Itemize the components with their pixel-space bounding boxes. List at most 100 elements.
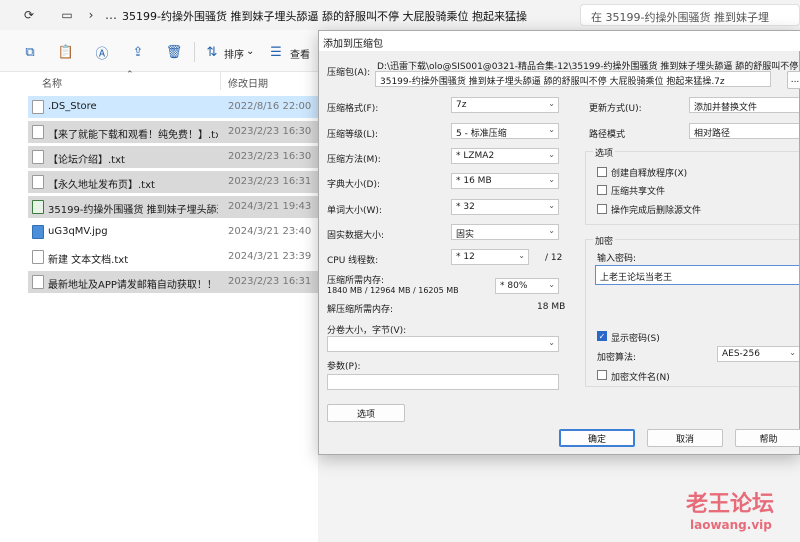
delete-after-checkbox[interactable] [597,204,607,214]
file-name: uG3qMV.jpg [48,226,108,237]
watermark-logo: 老王论坛 laowang.vip [650,480,800,542]
show-password-checkbox[interactable]: ✓ [597,331,607,341]
encrypt-names-checkbox[interactable] [597,370,607,380]
path-mode-select[interactable]: 相对路径 [689,123,799,139]
word-size-select[interactable]: * 32 ⌄ [451,199,559,215]
dictionary-value: * 16 MB [456,176,492,186]
sort-button[interactable]: 排序 [224,46,244,61]
file-date: 2024/3/21 23:40 [228,226,312,237]
watermark-url: laowang.vip [690,518,772,532]
sort-icon[interactable]: ⇅ [204,44,220,60]
dictionary-select[interactable]: * 16 MB ⌄ [451,173,559,189]
text-file-icon [32,125,44,139]
file-row[interactable]: 最新地址及APP请发邮箱自动获取！！！... 2023/2/23 16:31 [28,271,318,293]
copy-icon[interactable]: ⧉ [22,44,38,60]
toolbar-divider [194,42,195,62]
level-value: 5 - 标准压缩 [456,129,507,139]
delete-icon[interactable]: 🗑 [166,44,183,60]
cancel-button[interactable]: 取消 [647,429,723,447]
chevron-down-icon: ⌄ [548,125,555,134]
shared-label: 压缩共享文件 [611,187,666,197]
sort-chevron-icon[interactable]: ⌄ [246,46,254,57]
chevron-down-icon: ⌄ [548,99,555,108]
file-row[interactable]: 新建 文本文档.txt 2024/3/21 23:39 [28,246,318,268]
format-select[interactable]: 7z ⌄ [451,97,559,113]
memory-usage-select[interactable]: * 80% ⌄ [495,278,559,294]
text-file-icon [32,250,44,264]
file-row[interactable]: uG3qMV.jpg 2024/3/21 23:40 [28,221,318,243]
password-label: 输入密码: [597,254,637,264]
text-file-icon [32,150,44,164]
share-icon[interactable]: ⇪ [130,44,146,60]
path-mode-value: 相对路径 [694,129,731,139]
shared-checkbox[interactable] [597,185,607,195]
file-row[interactable]: 【来了就能下载和观看！纯免费！】.txt 2023/2/23 16:30 [28,121,318,143]
file-date: 2024/3/21 23:39 [228,251,312,262]
file-date: 2022/8/16 22:00 [228,101,312,112]
breadcrumb[interactable]: 35199-约操外围骚货 推到妹子埋头舔逼 舔的舒服叫不停 大屁股骑乘位 抱起来… [122,8,527,24]
update-mode-select[interactable]: 添加并替换文件 [689,97,799,113]
sfx-checkbox[interactable] [597,167,607,177]
method-label: 压缩方法(M): [327,155,381,165]
paste-icon[interactable]: 📋 [58,44,74,60]
solid-block-select[interactable]: 固实 ⌄ [451,224,559,240]
path-mode-label: 路径模式 [589,130,626,140]
file-date: 2024/3/21 19:43 [228,201,312,212]
chevron-down-icon: ⌄ [789,348,796,357]
level-select[interactable]: 5 - 标准压缩 ⌄ [451,123,559,139]
split-volume-label: 分卷大小，字节(V): [327,326,407,336]
chevron-down-icon: ⌄ [548,201,555,210]
memory-decompress-value: 18 MB [537,302,566,312]
show-password-label: 显示密码(S) [611,334,660,344]
ok-button[interactable]: 确定 [559,429,635,447]
refresh-icon[interactable]: ⟳ [22,8,36,22]
column-sort-up-icon: ⌃ [126,70,134,80]
method-select[interactable]: * LZMA2 ⌄ [451,148,559,164]
split-volume-select[interactable]: ⌄ [327,336,559,352]
rename-icon[interactable]: Ⓐ [94,44,110,62]
cpu-threads-value: * 12 [456,252,475,262]
password-input[interactable]: 上老王论坛当老王 [595,265,799,285]
solid-block-label: 固实数据大小: [327,231,385,241]
chevron-down-icon: ⌄ [548,338,555,347]
view-icon[interactable]: ☰ [268,44,284,60]
file-row[interactable]: 【永久地址发布页】.txt 2023/2/23 16:31 [28,171,318,193]
options-button[interactable]: 选项 [327,404,405,422]
chevron-right-icon[interactable]: › [84,8,98,22]
file-icon [32,100,44,114]
monitor-icon[interactable]: ▭ [60,8,74,22]
file-row[interactable]: .DS_Store 2022/8/16 22:00 [28,96,318,118]
file-row[interactable]: 【论坛介绍】.txt 2023/2/23 16:30 [28,146,318,168]
word-size-label: 单词大小(W): [327,206,382,216]
memory-usage-value: * 80% [500,281,528,291]
encryption-method-select[interactable]: AES-256 ⌄ [717,346,799,362]
memory-decompress-label: 解压缩所需内存: [327,305,394,315]
options-group-title: 选项 [593,146,616,159]
cpu-threads-label: CPU 线程数: [327,256,379,266]
encryption-group-title: 加密 [593,234,616,247]
method-value: * LZMA2 [456,151,495,161]
help-button[interactable]: 帮助 [735,429,800,447]
column-header-date[interactable]: 修改日期 [228,75,268,90]
text-file-icon [32,275,44,289]
more-icon[interactable]: … [104,8,118,22]
browse-button[interactable]: ... [787,71,800,89]
file-row[interactable]: 35199-约操外围骚货 推到妹子埋头舔逼... 2024/3/21 19:43 [28,196,318,218]
encryption-method-label: 加密算法: [597,353,637,363]
level-label: 压缩等级(L): [327,130,379,140]
column-header-name[interactable]: 名称 [42,75,62,90]
archive-path-field[interactable]: 35199-约操外围骚货 推到妹子埋头舔逼 舔的舒服叫不停 大屁股骑乘位 抱起来… [375,71,771,87]
chevron-down-icon: ⌄ [548,175,555,184]
file-name: 35199-约操外围骚货 推到妹子埋头舔逼... [48,205,218,216]
cpu-threads-select[interactable]: * 12 ⌄ [451,249,529,265]
search-input[interactable]: 在 35199-约操外围骚货 推到妹子埋 [580,4,800,26]
encrypt-names-label: 加密文件名(N) [611,373,670,383]
watermark-title: 老王论坛 [686,492,775,517]
format-label: 压缩格式(F): [327,104,379,114]
image-file-icon [32,225,44,239]
file-date: 2023/2/23 16:31 [228,176,312,187]
file-date: 2023/2/23 16:31 [228,276,312,287]
solid-block-value: 固实 [456,230,475,240]
view-button[interactable]: 查看 [290,46,310,61]
parameters-input[interactable] [327,374,559,390]
